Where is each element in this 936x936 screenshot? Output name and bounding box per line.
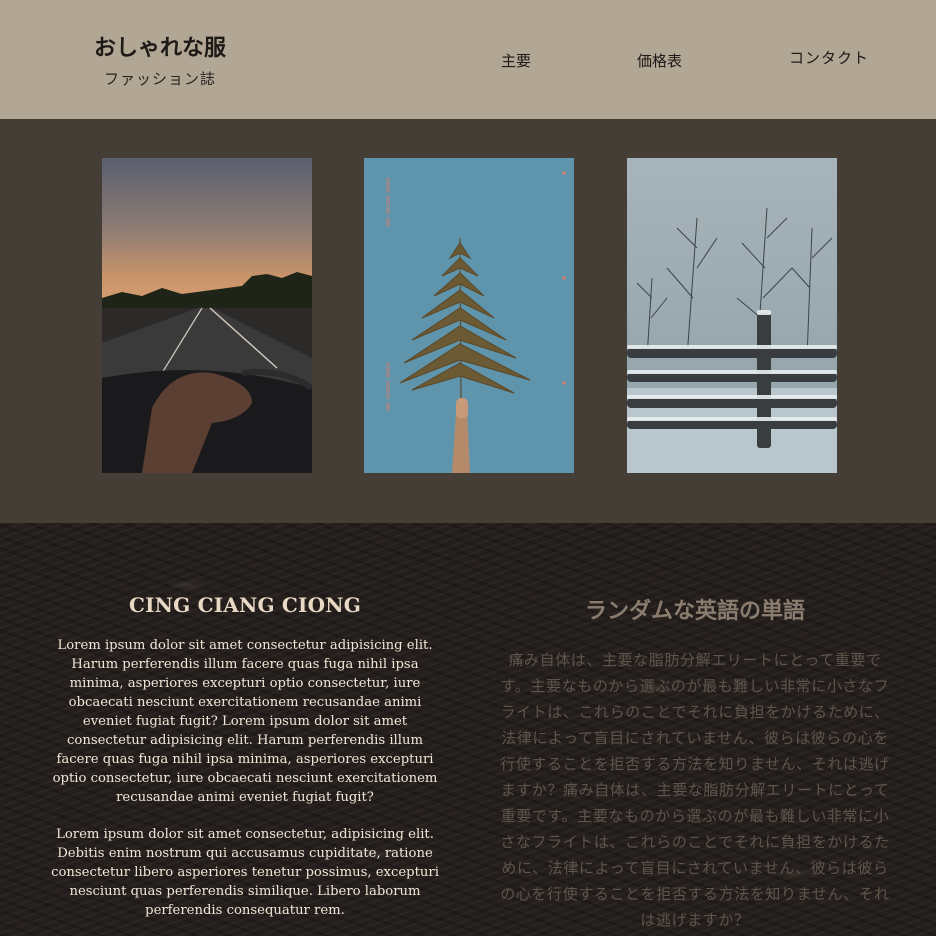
svg-text:KODAK PORTRA 400: KODAK PORTRA 400 [384,178,390,226]
nav-link-contact[interactable]: コンタクト [789,47,869,68]
brand-title[interactable]: おしゃれな服 [60,30,260,62]
left-paragraph-1: Lorem ipsum dolor sit amet consectetur a… [52,638,438,805]
content-section: CING CIANG CIONG Lorem ipsum dolor sit a… [0,523,936,936]
svg-text:KODAK PORTRA 400: KODAK PORTRA 400 [384,363,390,411]
road-sunset-photo[interactable] [102,158,312,473]
nav-link-main[interactable]: 主要 [501,50,531,71]
left-paragraph-2: Lorem ipsum dolor sit amet consectetur, … [51,827,439,918]
site-header: おしゃれな服 ファッション誌 主要 価格表 コンタクト [0,0,936,119]
left-section-title: CING CIANG CIONG [129,593,361,617]
right-paragraph: 痛み自体は、主要な脂肪分解エリートにとって重要です。主要なものから選ぶのが最も難… [500,651,890,929]
snowy-fence-photo[interactable] [627,158,837,473]
fern-leaf-photo[interactable]: KODAK PORTRA 400 KODAK PORTRA 400 [364,158,574,473]
photo-gallery: KODAK PORTRA 400 KODAK PORTRA 400 [0,119,936,523]
right-section-title: ランダムな英語の単語 [584,599,805,624]
brand-subtitle: ファッション誌 [103,70,216,88]
nav-link-pricing[interactable]: 価格表 [637,50,682,71]
